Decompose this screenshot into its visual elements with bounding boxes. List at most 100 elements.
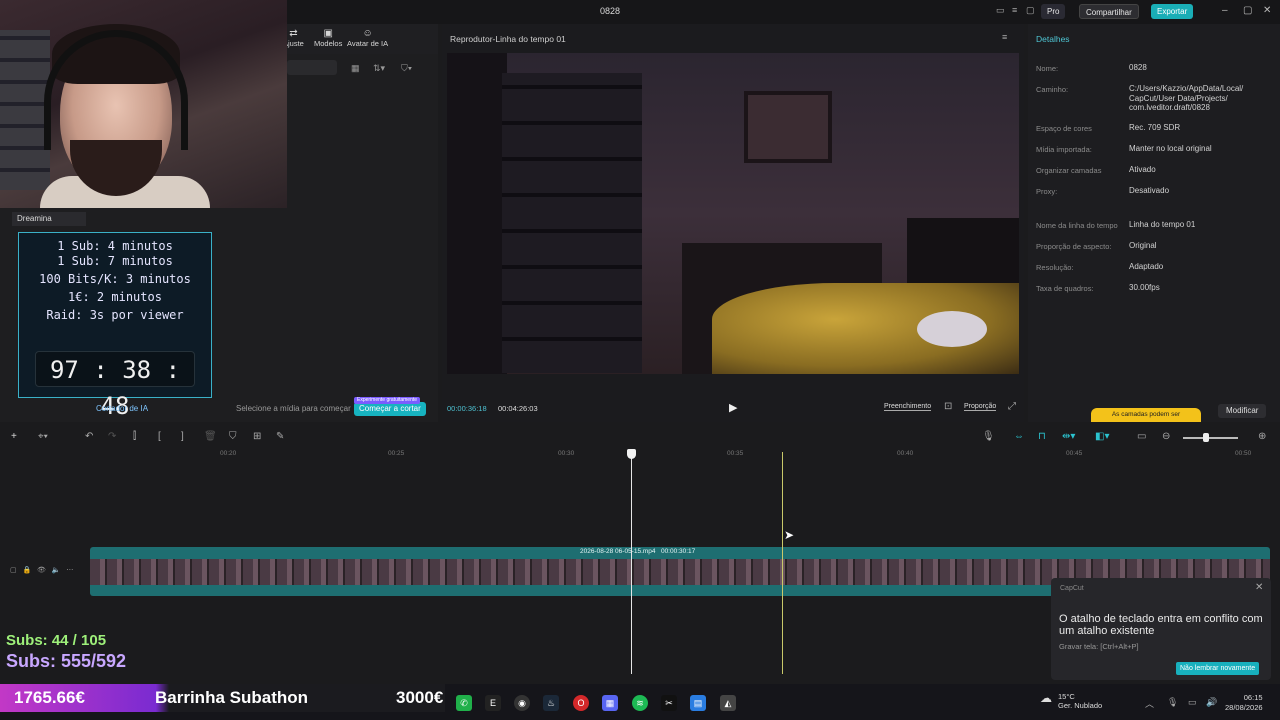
detail-label: Resolução: — [1036, 263, 1074, 272]
rule-line: Raid: 3s por viewer — [46, 308, 184, 322]
tab-avatar[interactable]: ☺ Avatar de IA — [347, 28, 388, 48]
subathon-timer: 97 : 38 : 48 — [35, 351, 195, 420]
search-input[interactable] — [287, 60, 337, 75]
detail-label: Caminho: — [1036, 85, 1069, 94]
more-icon[interactable]: ⋯ — [66, 567, 73, 574]
grid-icon[interactable]: ▦ — [351, 63, 360, 74]
subathon-bar-goal: 3000€ — [396, 688, 444, 707]
rule-line: 100 Bits/K: 3 minutos — [39, 272, 191, 286]
webcam-shelf — [0, 30, 50, 190]
snap-icon[interactable]: ⇹▾ — [1062, 431, 1075, 442]
rule-line: 1€: 2 minutos — [68, 290, 162, 304]
dreamina-tab[interactable]: Dreamina — [12, 212, 86, 226]
trim-right-icon[interactable]: ] — [181, 431, 184, 442]
minimize-icon[interactable]: – — [1222, 5, 1228, 16]
clock-date: 28/08/2026 — [1225, 703, 1263, 712]
preview-axis-icon[interactable]: ◧▾ — [1095, 431, 1109, 442]
undo-icon[interactable]: ↶ — [85, 431, 93, 442]
dont-remind-button[interactable]: Não lembrar novamente — [1176, 662, 1260, 675]
play-icon[interactable]: ▶ — [729, 401, 737, 414]
playhead-handle[interactable] — [627, 449, 636, 459]
close-icon[interactable]: ✕ — [1263, 5, 1271, 16]
add-icon[interactable]: + — [11, 431, 17, 442]
zoom-slider[interactable] — [1183, 437, 1238, 439]
shortcut-conflict-toast: CapCut ✕ O atalho de teclado entra em co… — [1051, 578, 1271, 680]
zoom-in-icon[interactable]: ⊕ — [1258, 431, 1266, 442]
video-poster — [744, 91, 832, 163]
share-button[interactable]: Compartilhar — [1079, 4, 1139, 19]
ai-cutter-label[interactable]: Cortador de IA — [96, 400, 148, 418]
modify-button[interactable]: Modificar — [1218, 404, 1267, 418]
toast-shortcut: Gravar tela: [Ctrl+Alt+P] — [1059, 642, 1139, 651]
apps-icon[interactable]: ▦ — [602, 695, 618, 711]
redo-icon[interactable]: ↷ — [108, 431, 116, 442]
tray-chevron-icon[interactable]: ︿ — [1145, 697, 1154, 710]
playhead[interactable] — [631, 452, 632, 674]
steam-icon[interactable]: ♨ — [543, 695, 559, 711]
notepad-icon[interactable]: ▤ — [690, 695, 706, 711]
detail-label: Nome: — [1036, 64, 1059, 73]
whatsapp-icon[interactable]: ✆ — [456, 695, 472, 711]
select-tool-icon[interactable]: ⌖▾ — [38, 431, 48, 442]
opera-icon[interactable]: O — [573, 695, 589, 711]
obs-icon[interactable]: ◉ — [514, 695, 530, 711]
clock[interactable]: 06:15 28/08/2026 — [1225, 693, 1263, 713]
toast-close-icon[interactable]: ✕ — [1255, 582, 1263, 593]
eye-icon[interactable]: 👁 — [37, 567, 46, 574]
trim-left-icon[interactable]: [ — [158, 431, 161, 442]
epic-games-icon[interactable]: E — [485, 695, 501, 711]
marker-icon[interactable]: ⛉ — [229, 431, 237, 442]
zoom-fit-icon[interactable]: ⊡ — [944, 401, 952, 412]
monitor-icon[interactable]: ▢ — [1026, 5, 1035, 16]
player-menu-icon[interactable]: ≡ — [1002, 32, 1007, 42]
start-cutting-button[interactable]: Começar a cortar — [354, 402, 426, 416]
detail-value: Original — [1129, 241, 1157, 250]
zoom-slider-handle[interactable] — [1203, 433, 1209, 442]
ruler-tick-label: 00:25 — [388, 450, 405, 457]
link-icon[interactable]: ⇔ — [1014, 431, 1024, 442]
detail-value: 0828 — [1129, 63, 1147, 72]
ai-cutter-row: Cortador de IA Selecione a mídia para co… — [88, 397, 438, 420]
video-pillow — [917, 311, 987, 347]
layout-icon[interactable]: ▭ — [996, 5, 1005, 16]
capcut-icon[interactable]: ✂ — [661, 695, 677, 711]
media-tabs: ⇄ Ajuste ▣ Modelos ☺ Avatar de IA — [283, 24, 438, 54]
ai-cutter-hint: Selecione a mídia para começar — [236, 404, 351, 413]
clock-time: 06:15 — [1243, 693, 1263, 702]
ruler-tick-label: 00:20 — [220, 450, 237, 457]
mic-icon[interactable]: 🎙 — [982, 431, 995, 442]
pro-button[interactable]: Pro — [1041, 4, 1066, 19]
zoom-out-icon[interactable]: ⊖ — [1162, 431, 1170, 442]
freeze-icon[interactable]: ⊞ — [253, 431, 261, 442]
track-cover-icon[interactable]: ▢ — [10, 567, 17, 574]
maximize-icon[interactable]: ▢ — [1243, 5, 1252, 16]
magnet-icon[interactable]: ⊓ — [1038, 431, 1046, 442]
ratio-button[interactable]: Proporção — [964, 403, 997, 411]
sort-icon[interactable]: ⇅▾ — [373, 63, 385, 74]
detail-value: 30.00fps — [1129, 283, 1160, 292]
export-button[interactable]: Exportar — [1151, 4, 1194, 19]
fill-button[interactable]: Preenchimento — [884, 403, 932, 411]
lock-icon[interactable]: 🔒 — [22, 567, 31, 574]
split-icon[interactable]: ⫿ — [133, 431, 136, 442]
current-time: 00:00:36:18 — [447, 404, 487, 413]
tab-modelos[interactable]: ▣ Modelos — [314, 28, 342, 48]
menu-icon[interactable]: ≡ — [1012, 5, 1017, 15]
draw-icon[interactable]: ✎ — [276, 431, 284, 442]
details-panel: Detalhes Nome: 0828 Caminho: C:/Users/Ka… — [1028, 24, 1280, 422]
fullscreen-icon[interactable]: ⤢ — [1008, 401, 1016, 412]
total-time: 00:04:26:03 — [498, 404, 538, 413]
caption-icon[interactable]: ▭ — [1137, 431, 1146, 442]
speaker-icon[interactable]: 🔊 — [1206, 697, 1217, 708]
filter-icon[interactable]: ⛉▾ — [401, 63, 412, 74]
network-icon[interactable]: ▭ — [1188, 697, 1197, 708]
mic-tray-icon[interactable]: 🎙 — [1167, 697, 1178, 708]
volume-icon[interactable]: 🔈 — [52, 567, 61, 574]
detail-label: Nome da linha do tempo — [1036, 221, 1118, 230]
app-icon[interactable]: ◭ — [720, 695, 736, 711]
spotify-icon[interactable]: ≋ — [632, 695, 648, 711]
details-title: Detalhes — [1036, 34, 1070, 44]
delete-icon[interactable]: 🗑 — [204, 431, 217, 442]
detail-value: C:/Users/Kazzio/AppData/Local/ CapCut/Us… — [1129, 84, 1244, 112]
subs-total: Subs: 555/592 — [6, 651, 127, 671]
